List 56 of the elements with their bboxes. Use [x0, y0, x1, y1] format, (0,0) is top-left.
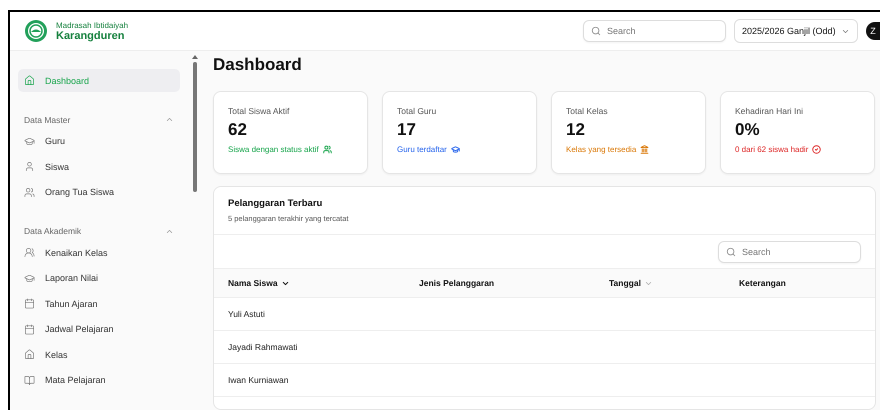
stat-label: Total Guru — [397, 106, 438, 116]
stat-value: 0% — [735, 120, 761, 140]
panel-title: Pelanggaran Terbaru — [228, 198, 324, 209]
graduation-cap-icon — [450, 145, 460, 154]
column-header[interactable]: Nama Siswa — [228, 278, 419, 288]
page-title: Dashboard — [213, 55, 303, 75]
stat-value: 12 — [566, 120, 586, 140]
sidebar-item[interactable]: Siswa — [18, 155, 180, 178]
user-avatar[interactable]: Z — [866, 22, 880, 40]
book-icon — [24, 374, 35, 386]
sidebar-item[interactable]: Guru — [18, 130, 180, 152]
sidebar-item[interactable]: Kelas — [18, 343, 180, 366]
calendar-icon — [24, 298, 35, 309]
calendar-icon — [24, 324, 35, 334]
sidebar-item[interactable]: Tahun Ajaran — [18, 292, 180, 315]
stat-note: Guru terdaftar — [397, 145, 447, 154]
search-field[interactable]: Search — [583, 20, 726, 42]
period-select[interactable]: 2025/2026 Ganjil (Odd) — [734, 19, 858, 43]
users-icon — [24, 247, 35, 258]
brand-subtitle: Madrasah Ibtidaiyah — [56, 20, 128, 30]
stat-label: Total Kelas — [566, 106, 609, 116]
home-icon — [24, 75, 35, 86]
graduation-cap-icon — [24, 272, 35, 284]
sidebar-item[interactable]: Mata Pelajaran — [18, 368, 180, 392]
chevron-up-icon[interactable] — [165, 115, 174, 124]
sidebar-item[interactable]: Kenaikan Kelas — [18, 241, 180, 264]
stat-value: 62 — [228, 120, 248, 140]
stat-label: Kehadiran Hari Ini — [735, 106, 804, 116]
table-search-field[interactable]: Search — [718, 241, 861, 263]
sidebar-item[interactable]: Jadwal Pelajaran — [18, 318, 180, 340]
home-icon — [24, 349, 35, 360]
column-header[interactable]: Jenis Pelanggaran — [419, 278, 609, 288]
scrollbar-thumb[interactable] — [193, 62, 197, 192]
stat-note: Siswa dengan status aktif — [228, 145, 319, 154]
graduation-cap-icon — [24, 136, 35, 146]
school-logo-icon — [24, 19, 48, 43]
section-title: Data Master — [24, 114, 70, 124]
check-circle-icon — [812, 145, 822, 154]
users-icon — [322, 145, 332, 154]
stat-label: Total Siswa Aktif — [228, 106, 290, 116]
users-icon — [24, 186, 35, 198]
user-icon — [24, 161, 35, 172]
stat-note: Kelas yang tersedia — [566, 145, 636, 154]
sidebar-item[interactable]: Orang Tua Siswa — [18, 180, 180, 204]
stat-value: 17 — [397, 120, 417, 140]
building-icon — [640, 145, 650, 154]
sidebar-item[interactable]: Laporan Nilai — [18, 266, 180, 290]
table-cell-text: Iwan Kurniawan — [228, 375, 290, 385]
column-header[interactable]: Keterangan — [739, 278, 861, 288]
section-title: Data Akademik — [24, 226, 82, 236]
table-cell-text: Jayadi Rahmawati — [228, 342, 298, 352]
scroll-up-icon[interactable] — [192, 55, 198, 59]
table-cell-text: Yuli Astuti — [228, 309, 266, 319]
column-header[interactable]: Tanggal — [609, 278, 739, 288]
stat-note: 0 dari 62 siswa hadir — [735, 145, 808, 154]
brand-title: Karangduren — [56, 30, 124, 42]
